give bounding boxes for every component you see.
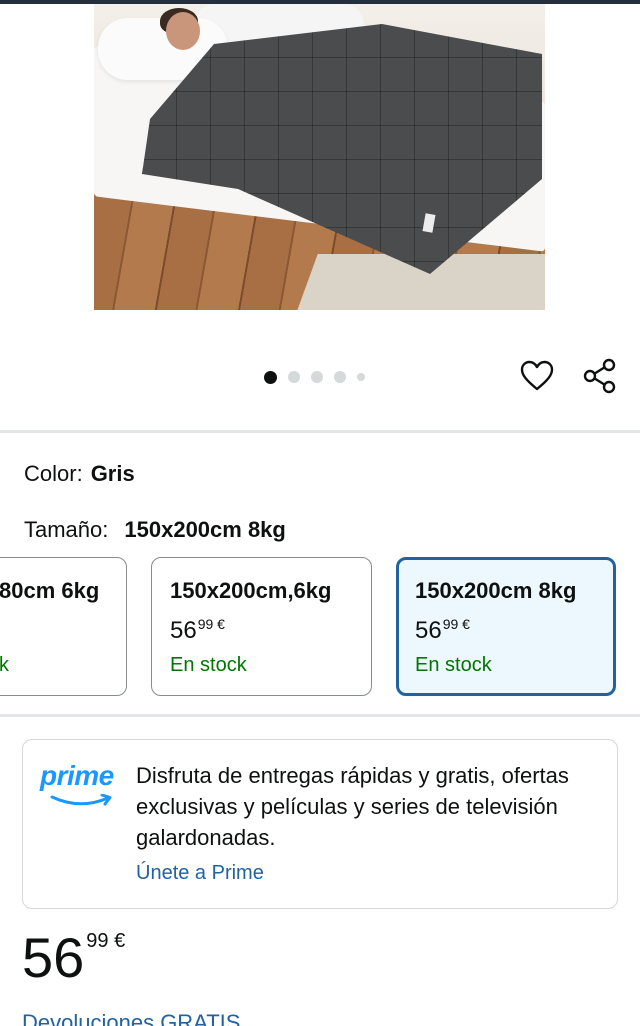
size-option-name: 80cm 6kg bbox=[0, 578, 100, 603]
size-option-name: 150x200cm,6kg bbox=[170, 578, 332, 603]
price-whole: 56 bbox=[22, 926, 85, 989]
prime-description: Disfruta de entregas rápidas y gratis, o… bbox=[136, 763, 569, 850]
price-fraction: 99 bbox=[197, 616, 214, 632]
price-whole: 56 bbox=[415, 617, 442, 644]
size-option-card[interactable]: 80cm 6kg k bbox=[0, 557, 127, 696]
size-option-stock: k bbox=[0, 654, 9, 676]
section-divider bbox=[0, 714, 640, 717]
size-attribute: Tamaño: 150x200cm 8kg bbox=[24, 517, 286, 543]
prime-logo-text: prime bbox=[40, 760, 114, 791]
share-icon bbox=[583, 358, 616, 394]
product-image[interactable] bbox=[94, 4, 545, 310]
carousel-dot-4[interactable] bbox=[334, 371, 346, 383]
carousel-dots[interactable] bbox=[264, 370, 365, 384]
color-attribute: Color: Gris bbox=[24, 461, 135, 487]
price-currency: € bbox=[217, 616, 225, 632]
price-whole: 56 bbox=[170, 617, 197, 644]
size-option-stock: En stock bbox=[170, 654, 247, 676]
prime-logo: prime bbox=[40, 760, 122, 810]
heart-icon bbox=[520, 360, 554, 391]
size-option-card[interactable]: 150x200cm,6kg 5699 € En stock bbox=[151, 557, 372, 696]
prime-promo-box: prime Disfruta de entregas rápidas y gra… bbox=[22, 739, 618, 909]
section-divider bbox=[0, 430, 640, 433]
size-option-price: 5699 € bbox=[415, 616, 470, 645]
price-currency: € bbox=[114, 930, 126, 952]
image-head bbox=[166, 12, 200, 50]
share-button[interactable] bbox=[580, 356, 620, 396]
free-returns-link[interactable]: Devoluciones GRATIS bbox=[22, 1010, 240, 1026]
size-label: Tamaño: bbox=[24, 517, 109, 542]
product-price: 56 99 € bbox=[22, 930, 125, 986]
carousel-dot-5[interactable] bbox=[357, 373, 365, 381]
size-option-name: 150x200cm 8kg bbox=[415, 578, 577, 603]
carousel-dot-3[interactable] bbox=[311, 371, 323, 383]
color-value: Gris bbox=[90, 461, 135, 486]
favorite-button[interactable] bbox=[517, 356, 557, 396]
join-prime-link[interactable]: Únete a Prime bbox=[136, 862, 264, 885]
prime-smile-icon bbox=[50, 794, 112, 806]
size-value: 150x200cm 8kg bbox=[124, 517, 286, 542]
carousel-dot-2[interactable] bbox=[288, 371, 300, 383]
size-option-price: 5699 € bbox=[170, 616, 225, 645]
size-option-card-selected[interactable]: 150x200cm 8kg 5699 € En stock bbox=[396, 557, 616, 696]
color-label: Color: bbox=[24, 461, 83, 486]
price-fraction: 99 bbox=[442, 616, 459, 632]
carousel-dot-1[interactable] bbox=[264, 370, 277, 384]
price-fraction: 99 bbox=[86, 930, 109, 952]
price-currency: € bbox=[462, 616, 470, 632]
size-option-stock: En stock bbox=[415, 654, 492, 676]
